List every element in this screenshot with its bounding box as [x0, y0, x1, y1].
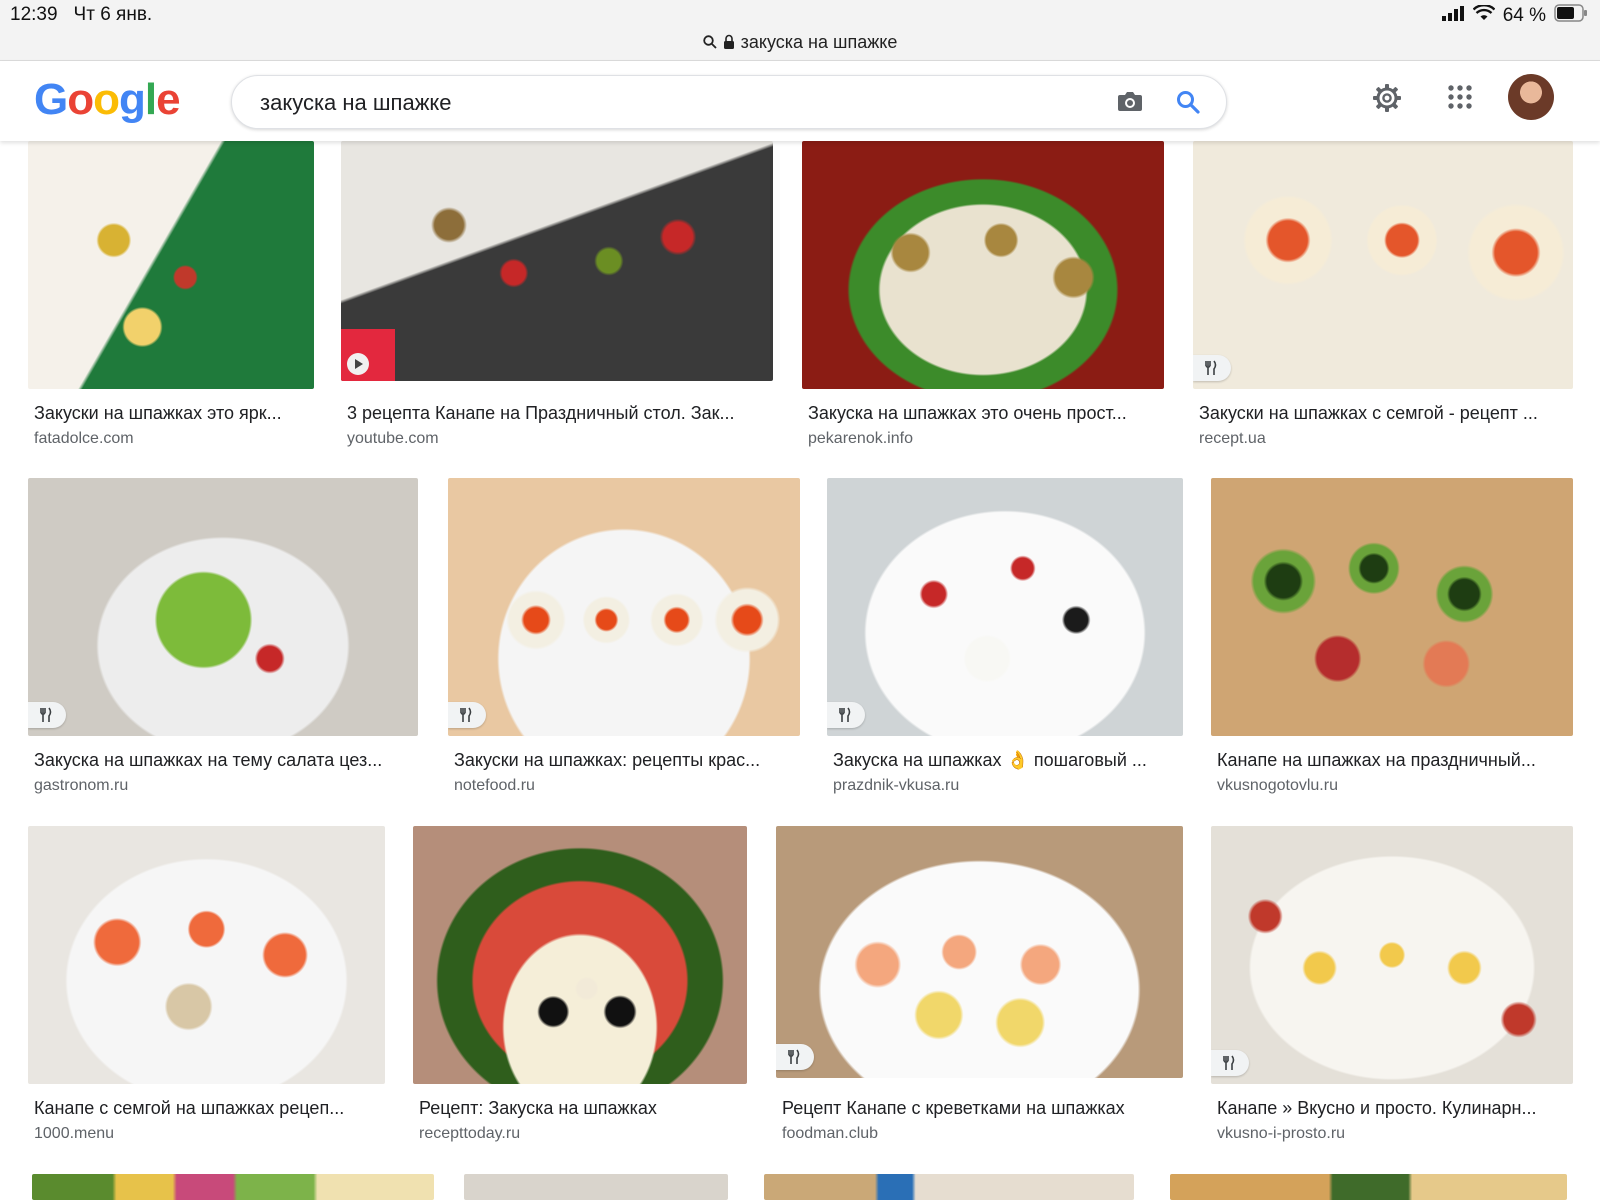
result-domain[interactable]: prazdnik-vkusa.ru: [833, 777, 959, 795]
result-thumbnail[interactable]: [28, 826, 385, 1084]
status-indicators: 64 %: [1441, 4, 1588, 28]
play-icon: [347, 353, 369, 375]
signal-icon: [1441, 5, 1465, 27]
search-box[interactable]: закуска на шпажке: [231, 75, 1227, 129]
result-title[interactable]: Закуски на шпажках: рецепты крас...: [454, 750, 796, 771]
status-clock: 12:39 Чт 6 янв.: [10, 4, 152, 26]
result-thumbnail[interactable]: [827, 478, 1183, 736]
result-domain[interactable]: vkusno-i-prosto.ru: [1217, 1125, 1345, 1143]
result-domain[interactable]: youtube.com: [347, 430, 439, 448]
result-title[interactable]: Канапе на шпажках на праздничный...: [1217, 750, 1567, 771]
image-result[interactable]: Закуски на шпажках это ярк... fatadolce.…: [28, 141, 314, 451]
image-result[interactable]: Закуски на шпажках: рецепты крас... note…: [448, 478, 800, 798]
status-time: 12:39: [10, 4, 58, 25]
result-domain[interactable]: 1000.menu: [34, 1125, 114, 1143]
image-result[interactable]: [1170, 1174, 1567, 1200]
image-result[interactable]: Закуска на шпажках на тему салата цез...…: [28, 478, 418, 798]
camera-icon[interactable]: [1117, 89, 1143, 118]
result-thumbnail[interactable]: [448, 478, 800, 736]
result-title[interactable]: Закуски на шпажках с семгой - рецепт ...: [1199, 403, 1567, 424]
result-thumbnail[interactable]: [28, 478, 418, 736]
search-input[interactable]: закуска на шпажке: [260, 90, 452, 116]
address-bar[interactable]: закуска на шпажке: [0, 32, 1600, 54]
result-thumbnail[interactable]: [28, 141, 314, 389]
image-result[interactable]: [32, 1174, 434, 1200]
image-result[interactable]: Канапе на шпажках на праздничный... vkus…: [1211, 478, 1573, 798]
result-domain[interactable]: recept.ua: [1199, 430, 1266, 448]
status-date: Чт 6 янв.: [73, 4, 153, 25]
recipe-badge: [1211, 1050, 1249, 1076]
settings-gear-icon[interactable]: [1372, 83, 1402, 118]
result-title[interactable]: Канапе » Вкусно и просто. Кулинарн...: [1217, 1098, 1567, 1119]
apps-grid-icon[interactable]: [1448, 85, 1472, 114]
result-title[interactable]: Закуски на шпажках это ярк...: [34, 403, 310, 424]
result-domain[interactable]: recepttoday.ru: [419, 1125, 520, 1143]
search-button-icon[interactable]: [1175, 89, 1201, 120]
result-title[interactable]: 3 рецепта Канапе на Праздничный стол. За…: [347, 403, 767, 424]
image-result[interactable]: [464, 1174, 728, 1200]
result-thumbnail[interactable]: [802, 141, 1164, 389]
image-result[interactable]: [764, 1174, 1134, 1200]
result-domain[interactable]: foodman.club: [782, 1125, 878, 1143]
wifi-icon: [1472, 4, 1496, 27]
result-thumbnail[interactable]: [776, 826, 1183, 1078]
recipe-badge: [776, 1044, 814, 1070]
image-result[interactable]: Рецепт Канапе с креветками на шпажках fo…: [776, 826, 1183, 1148]
result-thumbnail[interactable]: [764, 1174, 1134, 1200]
recipe-badge: [1193, 355, 1231, 381]
result-thumbnail[interactable]: [1193, 141, 1573, 389]
image-result[interactable]: Канапе с семгой на шпажках рецеп... 1000…: [28, 826, 385, 1148]
battery-percent: 64 %: [1502, 5, 1546, 26]
battery-icon: [1554, 4, 1588, 28]
google-header: Google закуска на шпажке: [0, 61, 1600, 141]
result-title[interactable]: Закуска на шпажках это очень прост...: [808, 403, 1158, 424]
result-thumbnail[interactable]: [1170, 1174, 1567, 1200]
result-thumbnail[interactable]: [32, 1174, 434, 1200]
result-thumbnail[interactable]: [413, 826, 747, 1084]
account-avatar[interactable]: [1508, 74, 1554, 120]
image-result[interactable]: Закуска на шпажках 👌 пошаговый ... prazd…: [827, 478, 1183, 798]
result-thumbnail[interactable]: [1211, 478, 1573, 736]
channel-logo: [341, 329, 395, 381]
result-title[interactable]: Закуска на шпажках 👌 пошаговый ...: [833, 750, 1179, 771]
result-title[interactable]: Рецепт Канапе с креветками на шпажках: [782, 1098, 1178, 1119]
result-title[interactable]: Канапе с семгой на шпажках рецеп...: [34, 1098, 379, 1119]
result-domain[interactable]: vkusnogotovlu.ru: [1217, 777, 1338, 795]
recipe-badge: [448, 702, 486, 728]
result-thumbnail[interactable]: [1211, 826, 1573, 1084]
image-result[interactable]: Канапе » Вкусно и просто. Кулинарн... vk…: [1211, 826, 1573, 1148]
result-thumbnail[interactable]: [464, 1174, 728, 1200]
image-result[interactable]: Закуски на шпажках с семгой - рецепт ...…: [1193, 141, 1573, 451]
result-thumbnail[interactable]: [341, 141, 773, 381]
result-title[interactable]: Рецепт: Закуска на шпажках: [419, 1098, 741, 1119]
lock-icon: [723, 33, 735, 54]
image-result[interactable]: 3 рецепта Канапе на Праздничный стол. За…: [341, 141, 773, 451]
image-result[interactable]: Рецепт: Закуска на шпажках recepttoday.r…: [413, 826, 747, 1148]
search-icon: [702, 33, 717, 54]
image-result[interactable]: Закуска на шпажках это очень прост... pe…: [802, 141, 1164, 451]
status-bar: 12:39 Чт 6 янв. 64 % закуска на шпажке: [0, 0, 1600, 61]
google-logo[interactable]: Google: [34, 75, 181, 125]
recipe-badge: [28, 702, 66, 728]
result-domain[interactable]: gastronom.ru: [34, 777, 128, 795]
result-title[interactable]: Закуска на шпажках на тему салата цез...: [34, 750, 414, 771]
result-domain[interactable]: fatadolce.com: [34, 430, 134, 448]
result-domain[interactable]: notefood.ru: [454, 777, 535, 795]
address-text: закуска на шпажке: [740, 32, 898, 52]
result-domain[interactable]: pekarenok.info: [808, 430, 913, 448]
recipe-badge: [827, 702, 865, 728]
